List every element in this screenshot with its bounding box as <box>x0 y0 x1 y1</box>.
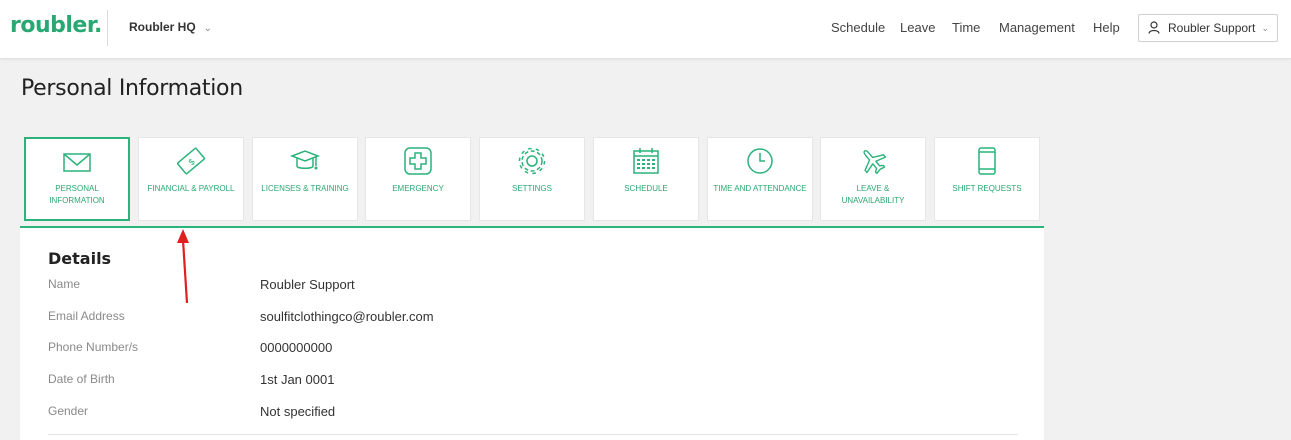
user-icon <box>1148 21 1160 37</box>
tab-label: EMERGENCY <box>392 184 444 193</box>
nav-schedule[interactable]: Schedule <box>831 20 885 35</box>
field-label-phone: Phone Number/s <box>48 340 139 354</box>
graduation-cap-icon <box>289 146 321 181</box>
tab-label: LEAVE & UNAVAILABILITY <box>841 184 905 205</box>
nav-time[interactable]: Time <box>952 20 980 35</box>
tab-label: SHIFT REQUESTS <box>952 184 1022 193</box>
tab-time-attendance[interactable]: TIME AND ATTENDANCE <box>707 137 813 221</box>
org-selector[interactable]: Roubler HQ ⌄ <box>129 20 212 34</box>
user-menu-label: Roubler Support <box>1168 21 1256 35</box>
field-value-email: soulfitclothingco@roubler.com <box>260 309 434 324</box>
tab-emergency[interactable]: EMERGENCY <box>365 137 471 221</box>
field-value-dob: 1st Jan 0001 <box>260 372 335 387</box>
tab-personal-information[interactable]: PERSONAL INFORMATION <box>24 137 130 221</box>
field-value-gender: Not specified <box>260 404 336 419</box>
calendar-icon <box>631 146 661 181</box>
tab-financial-payroll[interactable]: $ FINANCIAL & PAYROLL <box>138 137 244 221</box>
field-label-email: Email Address <box>48 309 125 323</box>
tab-shift-requests[interactable]: SHIFT REQUESTS <box>934 137 1040 221</box>
medical-cross-icon <box>403 146 433 181</box>
clock-icon <box>745 146 775 181</box>
header-divider <box>107 10 108 46</box>
nav-management[interactable]: Management <box>999 20 1075 35</box>
field-value-name: Roubler Support <box>260 277 355 292</box>
tab-label: PERSONAL INFORMATION <box>49 184 105 205</box>
tab-settings[interactable]: SETTINGS <box>479 137 585 221</box>
nav-leave[interactable]: Leave <box>900 20 935 35</box>
field-label-dob: Date of Birth <box>48 372 115 386</box>
details-divider <box>48 434 1018 435</box>
tab-label: TIME AND ATTENDANCE <box>713 184 807 193</box>
chevron-down-icon: ⌄ <box>1261 23 1269 33</box>
user-menu-button[interactable]: Roubler Support ⌄ <box>1138 14 1278 42</box>
tab-label: SETTINGS <box>511 184 552 193</box>
nav-help[interactable]: Help <box>1093 20 1120 35</box>
field-label-name: Name <box>48 277 81 291</box>
chevron-down-icon: ⌄ <box>203 23 213 34</box>
tab-licenses-training[interactable]: LICENSES & TRAINING <box>252 137 358 221</box>
tab-label: SCHEDULE <box>624 184 668 193</box>
airplane-icon <box>857 146 889 181</box>
money-icon: $ <box>175 146 207 181</box>
tab-label: FINANCIAL & PAYROLL <box>147 184 235 193</box>
top-bar: roubler. Roubler HQ ⌄ Schedule Leave Time… <box>0 0 1291 59</box>
tab-leave-unavailability[interactable]: LEAVE & UNAVAILABILITY <box>820 137 926 221</box>
page-title: Personal Information <box>21 76 243 101</box>
tab-label: LICENSES & TRAINING <box>261 184 349 193</box>
mobile-icon <box>972 146 1002 181</box>
org-selector-label: Roubler HQ <box>129 20 196 34</box>
envelope-icon <box>62 147 92 182</box>
details-panel <box>20 228 1044 440</box>
field-label-gender: Gender <box>48 404 89 418</box>
roubler-logo[interactable]: roubler. <box>10 13 102 38</box>
gear-icon <box>517 146 547 181</box>
field-value-phone: 0000000000 <box>260 340 333 355</box>
tab-schedule[interactable]: SCHEDULE <box>593 137 699 221</box>
details-title: Details <box>48 249 112 268</box>
